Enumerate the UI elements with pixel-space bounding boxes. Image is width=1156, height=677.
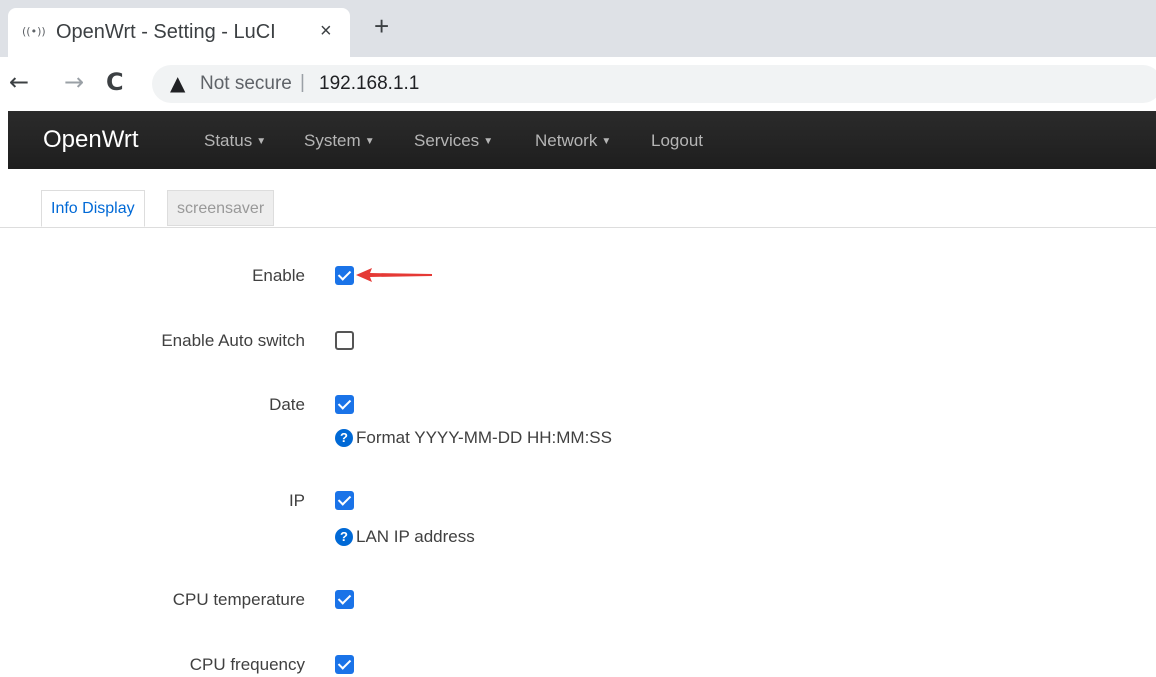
tab-info-display[interactable]: Info Display [41, 190, 145, 227]
enable-auto-switch-checkbox[interactable] [335, 331, 354, 350]
menu-label: Services [414, 131, 480, 150]
url-text[interactable]: 192.168.1.1 [319, 73, 419, 95]
browser-tab-strip: ((•)) OpenWrt - Setting - LuCI × + [0, 0, 1156, 57]
chevron-down-icon: ▼ [256, 136, 267, 148]
cpu-temperature-label: CPU temperature [172, 590, 305, 609]
wireless-favicon-icon: ((•)) [22, 25, 46, 38]
enable-checkbox[interactable] [335, 266, 354, 285]
help-icon: ? [335, 429, 353, 447]
menu-label: Logout [651, 131, 703, 150]
browser-tab[interactable]: ((•)) OpenWrt - Setting - LuCI × [8, 8, 350, 57]
menu-label: Network [535, 131, 598, 150]
help-icon: ? [335, 528, 353, 546]
ip-label: IP [288, 491, 305, 510]
date-checkbox[interactable] [335, 395, 354, 414]
enable-auto-switch-label: Enable Auto switch [161, 331, 305, 350]
tab-screensaver[interactable]: screensaver [167, 190, 275, 226]
enable-label: Enable [252, 266, 305, 285]
chevron-down-icon: ▼ [601, 136, 612, 148]
cpu-frequency-label: CPU frequency [189, 655, 305, 674]
menu-services[interactable]: Services ▼ [414, 131, 493, 151]
section-tabs: Info Display screensaver [0, 190, 1156, 228]
security-label: Not secure [200, 73, 292, 94]
new-tab-icon[interactable]: + [374, 13, 389, 39]
forward-icon[interactable]: → [64, 69, 84, 95]
back-icon[interactable]: ← [9, 69, 29, 95]
reload-icon[interactable]: C [106, 69, 124, 95]
menu-label: Status [204, 131, 253, 150]
ip-help-text: LAN IP address [356, 527, 475, 546]
browser-toolbar: ← → C ▲ Not secure | 192.168.1.1 [0, 57, 1156, 110]
address-bar[interactable]: ▲ Not secure | 192.168.1.1 [152, 65, 1156, 103]
date-help: ? Format YYYY-MM-DD HH:MM:SS [335, 428, 612, 448]
ip-help: ? LAN IP address [335, 527, 475, 547]
menu-status[interactable]: Status ▼ [204, 131, 266, 151]
ip-checkbox[interactable] [335, 491, 354, 510]
cpu-temperature-checkbox[interactable] [335, 590, 354, 609]
menu-label: System [304, 131, 361, 150]
chevron-down-icon: ▼ [483, 136, 494, 148]
date-help-text: Format YYYY-MM-DD HH:MM:SS [356, 428, 612, 447]
warning-icon[interactable]: ▲ [170, 71, 185, 95]
openwrt-header: OpenWrt Status ▼ System ▼ Services ▼ Networ… [8, 111, 1156, 169]
date-label: Date [269, 395, 305, 414]
chevron-down-icon: ▼ [364, 136, 375, 148]
annotation-arrow-icon [356, 268, 432, 282]
browser-tab-title: OpenWrt - Setting - LuCI [56, 21, 276, 43]
menu-system[interactable]: System ▼ [304, 131, 375, 151]
close-tab-icon[interactable]: × [320, 20, 332, 43]
brand-logo[interactable]: OpenWrt [43, 126, 139, 154]
menu-network[interactable]: Network ▼ [535, 131, 611, 151]
cpu-frequency-checkbox[interactable] [335, 655, 354, 674]
address-separator: | [300, 72, 305, 93]
menu-logout[interactable]: Logout [651, 131, 703, 151]
